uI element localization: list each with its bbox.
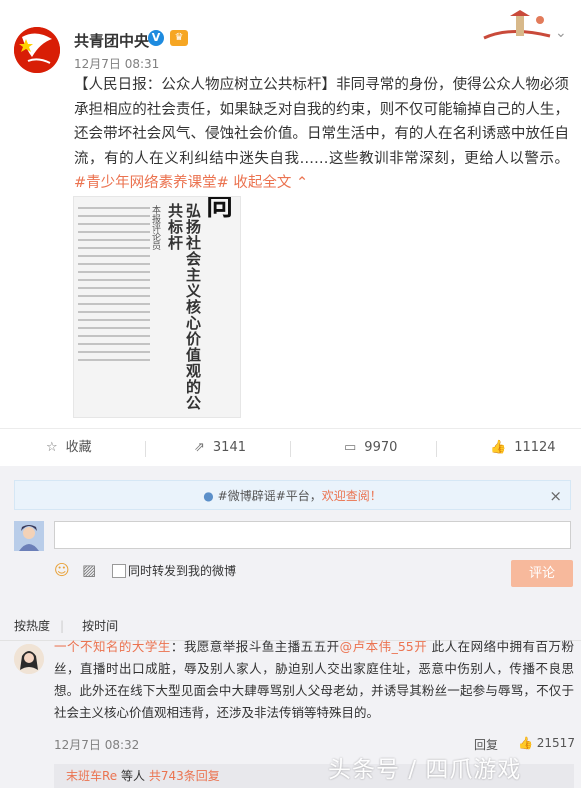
favorite-button[interactable]: ☆ 收藏	[46, 429, 92, 467]
close-icon[interactable]: ×	[549, 481, 562, 511]
comment-body-before: ：我愿意举报斗鱼主播五五开	[170, 639, 340, 654]
image-byline: 本报评论员	[150, 205, 160, 250]
sub-reply-suffix: 等人	[117, 769, 149, 783]
rumor-notice: ● #微博辟谣#平台，欢迎查阅！ ×	[14, 480, 571, 510]
author-avatar[interactable]	[14, 27, 60, 73]
image-upload-icon[interactable]: ▨	[82, 561, 96, 579]
collapse-arrow-icon[interactable]: ⌃	[296, 175, 308, 191]
submit-comment-button[interactable]: 评论	[511, 560, 573, 587]
thumbs-up-icon: 👍	[490, 440, 507, 455]
info-icon: ●	[203, 489, 214, 503]
like-count: 11124	[514, 440, 556, 455]
vip-badge-icon: ♛	[170, 30, 188, 46]
like-button[interactable]: 👍 11124	[490, 429, 556, 467]
sub-reply-user[interactable]: 末班车Re	[66, 769, 117, 783]
weibo-post: 共青团中央 V ♛ 12月7日 08:31 ⌄ 【人民日报：公众人物应树立公共标…	[0, 0, 581, 428]
hashtag-link[interactable]: #青少年网络素养课堂#	[74, 175, 229, 191]
sub-reply-total-link[interactable]: 共743条回复	[149, 769, 220, 783]
chevron-down-icon[interactable]: ⌄	[555, 25, 567, 41]
comment-sort-bar: 按热度 | 按时间	[14, 619, 119, 633]
comment-button[interactable]: ▭ 9970	[344, 429, 397, 467]
repost-count: 3141	[212, 440, 246, 455]
commenter-avatar[interactable]	[14, 644, 44, 674]
image-subheadline: 弘扬社会主义核心价值观的公共标杆	[166, 203, 202, 411]
repost-button[interactable]: ⇗ 3141	[194, 429, 246, 467]
comment-input[interactable]	[54, 521, 571, 549]
collapse-text-link[interactable]: 收起全文	[233, 175, 291, 191]
post-time[interactable]: 12月7日 08:31	[74, 55, 159, 72]
comment-like-button[interactable]: 👍 21517	[518, 736, 575, 750]
current-user-avatar[interactable]	[14, 521, 44, 551]
post-image[interactable]: 本报评论员 弘扬社会主义核心价值观的公共标杆 己，校准价值航向	[73, 196, 241, 418]
comment-text: 一个不知名的大学生：我愿意举报斗鱼主播五五开@卢本伟_55开 此人在网络中拥有百…	[54, 636, 574, 724]
comment-time: 12月7日 08:32	[54, 738, 140, 752]
verified-badge-icon: V	[148, 30, 164, 46]
decoration-icon	[483, 10, 551, 40]
comment-count: 9970	[364, 440, 398, 455]
commenter-name[interactable]: 一个不知名的大学生	[54, 639, 171, 654]
repost-checkbox-label: 同时转发到我的微博	[128, 564, 237, 578]
thumbs-up-icon: 👍	[518, 736, 533, 750]
comment-like-count: 21517	[536, 736, 575, 750]
mention-link[interactable]: @卢本伟_55开	[340, 639, 428, 654]
notice-link[interactable]: 欢迎查阅！	[322, 489, 382, 503]
notice-text: #微博辟谣#平台，	[217, 489, 322, 503]
author-name[interactable]: 共青团中央	[74, 30, 149, 51]
post-text-source: 【人民日报：公众人物应树立公共标杆】	[74, 77, 337, 93]
repost-checkbox[interactable]	[112, 564, 126, 578]
comments-panel: ● #微博辟谣#平台，欢迎查阅！ × ☺ ▨ 同时转发到我的微博 评论 按热度 | 按…	[0, 466, 581, 788]
star-icon: ☆	[46, 440, 58, 455]
emoji-icon[interactable]: ☺	[54, 561, 70, 579]
repost-icon: ⇗	[194, 440, 205, 455]
image-text-column	[78, 201, 150, 411]
action-bar: ☆ 收藏 ⇗ 3141 ▭ 9970 👍 11124	[0, 428, 581, 467]
watermark: 头条号 / 四爪游戏	[328, 757, 522, 783]
post-text: 【人民日报：公众人物应树立公共标杆】非同寻常的身份，使得公众人物必须承担相应的社…	[74, 73, 569, 196]
comment-icon: ▭	[344, 440, 357, 455]
sort-by-hot-tab[interactable]: 按热度	[14, 619, 50, 633]
favorite-label: 收藏	[65, 440, 92, 455]
sort-by-time-tab[interactable]: 按时间	[82, 619, 118, 633]
image-headline: 己，校准价值航向	[201, 196, 241, 394]
